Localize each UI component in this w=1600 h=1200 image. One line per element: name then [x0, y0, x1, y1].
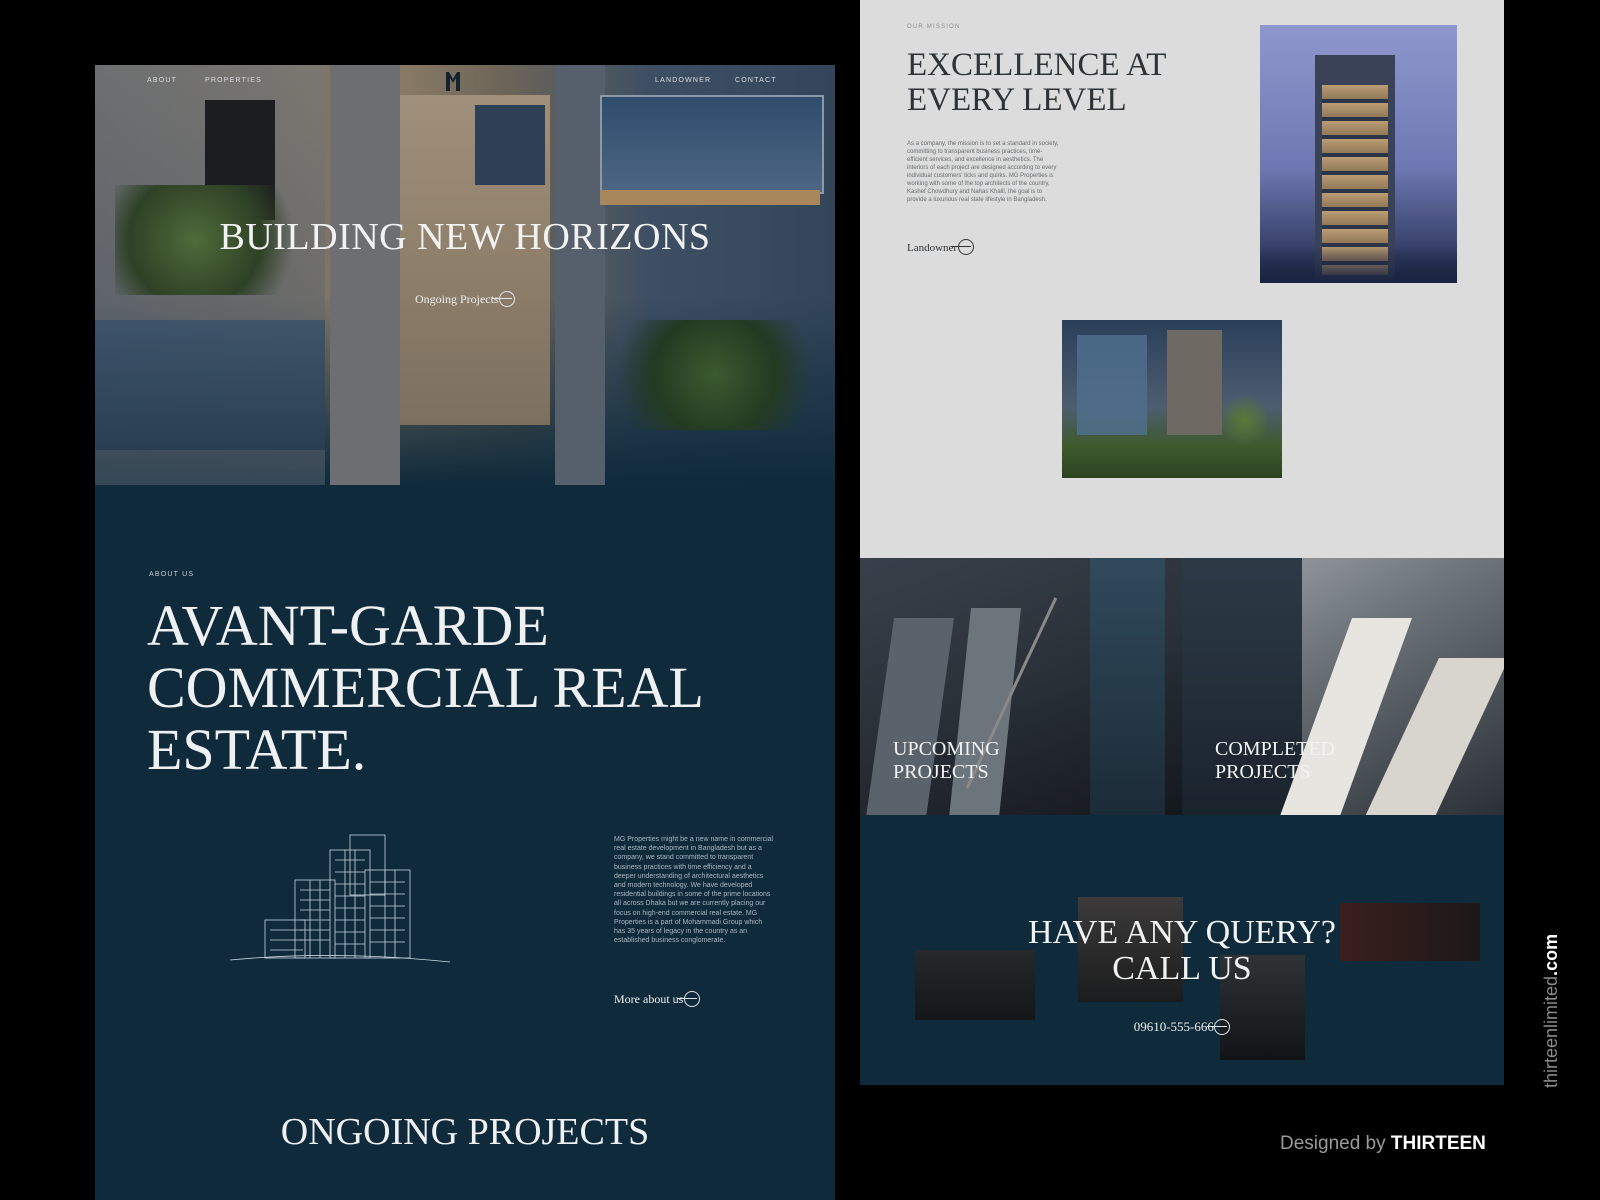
designed-by-credit: Designed by THIRTEEN — [1280, 1133, 1486, 1155]
hero-trees-right — [605, 320, 825, 430]
mission-section: OUR MISSION EXCELLENCE AT EVERY LEVEL As… — [860, 0, 1504, 558]
completed-projects-label: COMPLETED PROJECTS — [1215, 738, 1335, 784]
hero-glass-lower — [95, 320, 325, 450]
lobby-column — [1167, 330, 1222, 435]
studio-name: THIRTEEN — [1390, 1133, 1486, 1154]
upcoming-label-line: UPCOMING — [893, 738, 1000, 760]
landowner-button[interactable]: Landowner — [907, 238, 974, 256]
projects-row: UPCOMING PROJECTS COMPLETED PROJECTS — [860, 558, 1504, 815]
homepage-right: OUR MISSION EXCELLENCE AT EVERY LEVEL As… — [860, 0, 1504, 1085]
homepage-left: ABOUT PROPERTIES LANDOWNER CONTACT BUILD… — [95, 65, 835, 1200]
city-skyline — [1260, 245, 1457, 283]
upcoming-projects-label: UPCOMING PROJECTS — [893, 738, 1000, 784]
about-headline-line: COMMERCIAL REAL — [147, 655, 704, 720]
contact-headline-line: HAVE ANY QUERY? — [1028, 914, 1336, 951]
upcoming-tower-left — [865, 618, 955, 815]
about-eyebrow: ABOUT US — [149, 571, 195, 578]
lobby-photo — [1062, 320, 1282, 478]
ongoing-projects-label: Ongoing Projects — [414, 292, 499, 306]
hero-section: ABOUT PROPERTIES LANDOWNER CONTACT BUILD… — [95, 65, 835, 485]
lobby-plant — [1222, 390, 1267, 450]
about-body-text: MG Properties might be a new name in com… — [614, 836, 774, 945]
arrow-right-icon — [1207, 1018, 1231, 1035]
nav-contact-link[interactable]: CONTACT — [735, 77, 777, 84]
more-about-us-button[interactable]: More about us — [614, 990, 700, 1008]
mission-headline: EXCELLENCE AT EVERY LEVEL — [907, 48, 1166, 118]
phone-call-button[interactable]: 09610-555-666 — [860, 1018, 1504, 1036]
designed-by-label: Designed by — [1280, 1133, 1386, 1154]
upcoming-projects-card[interactable]: UPCOMING PROJECTS — [860, 558, 1182, 815]
arrow-right-icon — [950, 238, 974, 255]
more-about-us-label: More about us — [614, 992, 684, 1006]
mission-body-text: As a company, the mission is to set a st… — [907, 141, 1059, 203]
upcoming-tower-glass — [1090, 558, 1165, 815]
hero-title: BUILDING NEW HORIZONS — [219, 216, 711, 258]
contact-section: HAVE ANY QUERY? CALL US 09610-555-666 — [860, 815, 1504, 1085]
website-suffix: .com — [1541, 933, 1561, 976]
arrow-right-icon — [492, 290, 516, 307]
nav-about-link[interactable]: ABOUT — [147, 77, 177, 84]
hero-column — [330, 65, 400, 485]
mg-logo-icon[interactable] — [445, 70, 461, 92]
mission-eyebrow: OUR MISSION — [907, 24, 961, 30]
tower-photo — [1260, 25, 1457, 283]
website-prefix: thirteenlimited — [1541, 975, 1561, 1088]
hero-glass-balcony — [600, 95, 824, 194]
nav-landowner-link[interactable]: LANDOWNER — [655, 77, 711, 84]
arrow-right-icon — [676, 990, 700, 1007]
mission-headline-line: EXCELLENCE AT — [907, 47, 1167, 83]
landowner-label: Landowner — [907, 242, 958, 254]
about-headline-line: AVANT-GARDE — [147, 593, 549, 658]
thirteen-website-credit[interactable]: thirteenlimited.com — [1541, 934, 1562, 1088]
lobby-glass — [1077, 335, 1147, 435]
completed-label-line: PROJECTS — [1215, 761, 1311, 783]
nav-properties-link[interactable]: PROPERTIES — [205, 77, 262, 84]
contact-headline: HAVE ANY QUERY? CALL US — [860, 915, 1504, 987]
about-headline: AVANT-GARDE COMMERCIAL REAL ESTATE. — [147, 595, 704, 781]
hero-window — [475, 105, 545, 185]
upcoming-label-line: PROJECTS — [893, 761, 989, 783]
ongoing-projects-button[interactable]: Ongoing Projects — [95, 290, 835, 308]
hero-balcony-slab — [600, 190, 820, 205]
ongoing-projects-heading: ONGOING PROJECTS — [280, 1111, 650, 1153]
hero-column-right — [555, 65, 605, 485]
completed-label-line: COMPLETED — [1215, 738, 1335, 760]
mission-headline-line: EVERY LEVEL — [907, 82, 1127, 118]
building-sketch-illustration — [225, 830, 455, 970]
completed-projects-card[interactable]: COMPLETED PROJECTS — [1182, 558, 1504, 815]
about-headline-line: ESTATE. — [147, 717, 367, 782]
contact-headline-line: CALL US — [1112, 950, 1252, 987]
phone-number: 09610-555-666 — [1133, 1019, 1214, 1034]
